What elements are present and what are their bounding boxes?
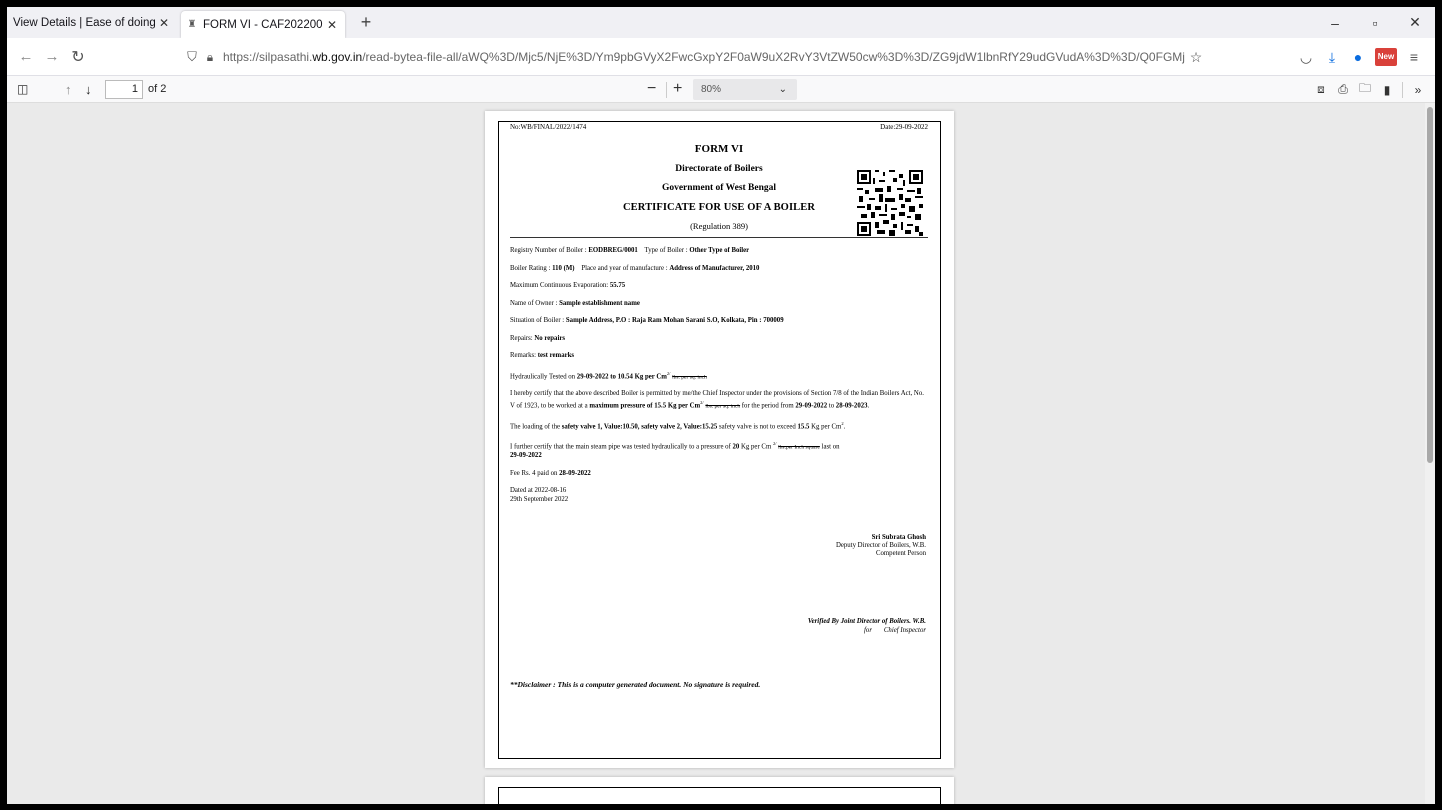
rating-line: Boiler Rating : 110 (M) Place and year o… xyxy=(510,264,760,272)
nav-bar: ← → ↻ ⛉ 🔒︎ https://silpasathi.wb.gov.in/… xyxy=(7,38,1435,76)
extension-icon[interactable]: ● xyxy=(1345,49,1371,65)
url-text[interactable]: https://silpasathi.wb.gov.in/read-bytea-… xyxy=(223,50,1185,64)
for-label: for xyxy=(864,627,872,635)
pdf-toolbar: ◫ ↑ ↓ 1 of 2 − + 80% ⌄ ⧈ ⎙ 🗀︎ ▮ » xyxy=(7,76,1435,103)
signature-block: Sri Subrata Ghosh Deputy Director of Boi… xyxy=(510,534,928,559)
safety-valve-paragraph: The loading of the safety valve 1, Value… xyxy=(510,420,846,430)
tab-form-vi[interactable]: ♜ FORM VI - CAF2022000534-FC.p ✕ xyxy=(181,11,345,38)
dated-block: Dated at 2022-08-16 29th September 2022 xyxy=(510,487,928,504)
page-border xyxy=(498,787,941,804)
verified-by: Verified By Joint Director of Boilers. W… xyxy=(807,617,926,625)
repairs-line: Repairs: No repairs xyxy=(510,334,566,342)
zoom-in-icon[interactable]: + xyxy=(673,80,682,98)
remarks-line: Remarks: test remarks xyxy=(510,352,575,359)
zoom-select[interactable]: 80% ⌄ xyxy=(693,79,797,100)
disclaimer: **Disclaimer : This is a computer genera… xyxy=(510,679,761,689)
restore-button[interactable]: ▫ xyxy=(1355,15,1395,31)
emblem-icon: ♜ xyxy=(187,19,197,30)
url-bar[interactable]: ⛉ 🔒︎ https://silpasathi.wb.gov.in/read-b… xyxy=(183,43,1207,71)
tab-strip: View Details | Ease of doing business ✕ … xyxy=(7,7,1435,38)
more-tools-icon[interactable]: » xyxy=(1407,83,1429,97)
hydraulic-test-line: Hydraulically Tested on 29-09-2022 to 10… xyxy=(510,370,707,380)
chief-inspector-label: Chief Inspector xyxy=(883,627,926,635)
reference-number: No:WB/FINAL/2022/1474 xyxy=(510,123,587,131)
close-icon[interactable]: ✕ xyxy=(327,18,337,32)
document-date: Date:29-09-2022 xyxy=(880,123,928,131)
dated-at: Dated at 2022-08-16 xyxy=(510,487,567,495)
lock-icon[interactable]: 🔒︎ xyxy=(201,50,219,65)
save-icon[interactable]: 🗀︎ xyxy=(1354,79,1376,100)
pdf-toolbar-right: ⧈ ⎙ 🗀︎ ▮ » xyxy=(1310,76,1429,103)
minimize-button[interactable]: – xyxy=(1315,15,1355,31)
owner-line: Name of Owner : Sample establishment nam… xyxy=(510,299,640,307)
certificate-title: CERTIFICATE FOR USE OF A BOILER xyxy=(622,202,816,213)
tab-view-details[interactable]: View Details | Ease of doing business ✕ xyxy=(7,7,177,38)
scrollbar[interactable] xyxy=(1425,103,1435,804)
forward-icon[interactable]: → xyxy=(39,48,65,65)
signatory-role: Competent Person xyxy=(875,550,926,558)
page-count: of 2 xyxy=(148,83,167,95)
divider xyxy=(666,82,667,98)
close-window-button[interactable]: ✕ xyxy=(1395,14,1435,31)
registry-line: Registry Number of Boiler : EODBREG/0001… xyxy=(510,247,750,254)
shield-icon[interactable]: ⛉ xyxy=(183,49,201,65)
certificate-document: No:WB/FINAL/2022/1474 Date:29-09-2022 FO… xyxy=(510,123,928,689)
page-number-input[interactable]: 1 xyxy=(105,80,143,99)
divider xyxy=(510,237,928,238)
next-page-icon[interactable]: ↓ xyxy=(85,82,92,97)
regulation-label: (Regulation 389) xyxy=(690,221,748,231)
pdf-page-1: No:WB/FINAL/2022/1474 Date:29-09-2022 FO… xyxy=(485,111,954,768)
evaporation-line: Maximum Continuous Evaporation: 55.75 xyxy=(510,282,626,289)
directorate-title: Directorate of Boilers xyxy=(675,164,763,174)
download-icon[interactable]: ⤓ xyxy=(1319,49,1345,66)
chevron-down-icon: ⌄ xyxy=(778,84,787,95)
form-title: FORM VI xyxy=(694,143,744,155)
steam-pipe-paragraph: I further certify that the main steam pi… xyxy=(510,441,840,460)
window-controls: – ▫ ✕ xyxy=(1315,7,1435,38)
pocket-icon[interactable]: ◡ xyxy=(1293,49,1319,66)
signatory-name: Sri Subrata Ghosh xyxy=(871,534,926,542)
menu-icon[interactable]: ≡ xyxy=(1401,49,1427,65)
certification-paragraph: I hereby certify that the above describe… xyxy=(510,390,924,410)
document-header: No:WB/FINAL/2022/1474 Date:29-09-2022 xyxy=(510,123,928,131)
situation-line: Situation of Boiler : Sample Address, P.… xyxy=(510,317,784,324)
back-icon[interactable]: ← xyxy=(13,48,39,65)
government-title: Government of West Bengal xyxy=(661,183,777,193)
browser-window: View Details | Ease of doing business ✕ … xyxy=(7,7,1435,804)
zoom-value: 80% xyxy=(701,84,722,95)
sidebar-toggle-icon[interactable]: ◫ xyxy=(17,82,28,96)
star-icon[interactable]: ☆ xyxy=(1185,49,1207,66)
verification-block: Verified By Joint Director of Boilers. W… xyxy=(510,617,928,636)
tab-label: View Details | Ease of doing business xyxy=(13,16,155,29)
signatory-title: Deputy Director of Boilers, W.B. xyxy=(835,542,926,550)
presentation-icon[interactable]: ⧈ xyxy=(1310,82,1332,97)
toolbar-right: ◡ ⤓ ● New ≡ xyxy=(1293,38,1427,76)
new-tab-button[interactable]: + xyxy=(355,12,377,33)
pdf-viewer[interactable]: No:WB/FINAL/2022/1474 Date:29-09-2022 FO… xyxy=(7,103,1435,804)
tab-label: FORM VI - CAF2022000534-FC.p xyxy=(203,18,323,31)
reload-icon[interactable]: ↻ xyxy=(65,47,91,67)
divider xyxy=(1402,81,1403,98)
scrollbar-thumb[interactable] xyxy=(1427,107,1433,463)
dated-on: 29th September 2022 xyxy=(510,495,569,503)
close-icon[interactable]: ✕ xyxy=(159,16,169,30)
previous-page-icon[interactable]: ↑ xyxy=(65,82,72,97)
print-icon[interactable]: ⎙ xyxy=(1332,82,1354,97)
fee-line: Fee Rs. 4 paid on 28-09-2022 xyxy=(510,469,591,477)
bookmark-icon[interactable]: ▮ xyxy=(1376,83,1398,97)
new-extension-icon[interactable]: New xyxy=(1375,48,1397,66)
pdf-page-2 xyxy=(485,777,954,804)
zoom-out-icon[interactable]: − xyxy=(647,80,656,98)
